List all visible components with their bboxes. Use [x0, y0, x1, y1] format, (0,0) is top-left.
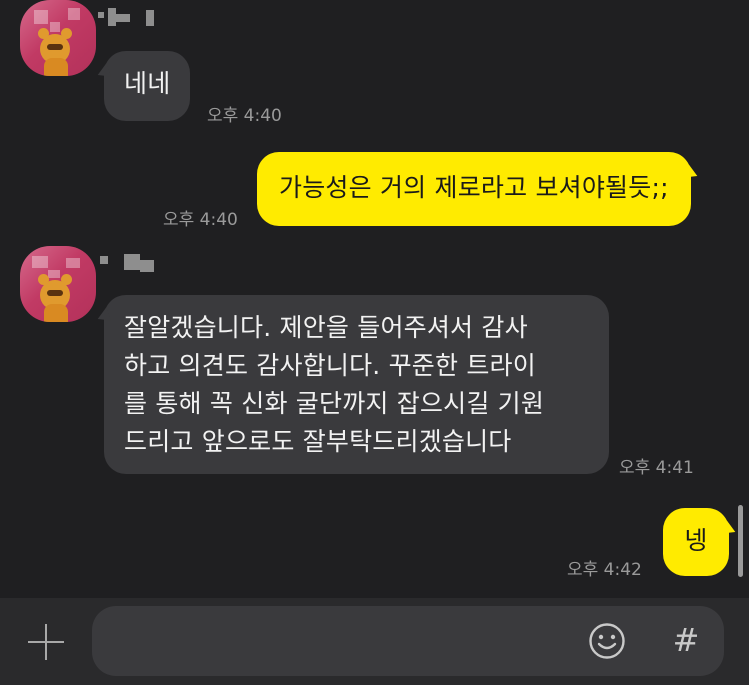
contact-name-censored — [98, 8, 158, 28]
contact-avatar[interactable] — [20, 0, 96, 76]
message-bubble-outgoing[interactable]: 넹 — [663, 508, 729, 576]
hashtag-search-button[interactable]: # — [666, 620, 706, 660]
message-line: 하고 의견도 감사합니다. 꾸준한 트라이 — [124, 351, 536, 380]
chat-scrollbar[interactable] — [738, 505, 743, 577]
smiley-icon[interactable] — [588, 622, 626, 660]
message-text: 가능성은 거의 제로라고 보셔야될듯;; — [279, 173, 669, 202]
chat-screen: 네네 오후 4:40 가능성은 거의 제로라고 보셔야될듯;; 오후 4:40 … — [0, 0, 749, 685]
message-bubble-outgoing[interactable]: 가능성은 거의 제로라고 보셔야될듯;; — [257, 152, 691, 226]
message-text: 네네 — [124, 69, 171, 98]
contact-name-censored — [100, 254, 160, 274]
message-text: 넹 — [684, 526, 708, 555]
message-timestamp: 오후 4:40 — [163, 210, 238, 230]
message-line: 드리고 앞으로도 잘부탁드리겠습니다 — [124, 427, 512, 456]
message-input-bar: # — [0, 598, 749, 685]
message-line: 잘알겠습니다. 제안을 들어주셔서 감사 — [124, 313, 528, 342]
plus-icon[interactable] — [22, 618, 70, 666]
message-line: 를 통해 꼭 신화 굴단까지 잡으시길 기원 — [124, 389, 545, 418]
message-bubble-incoming[interactable]: 잘알겠습니다. 제안을 들어주셔서 감사 하고 의견도 감사합니다. 꾸준한 트… — [104, 295, 609, 474]
message-timestamp: 오후 4:40 — [207, 106, 282, 126]
message-timestamp: 오후 4:42 — [567, 560, 642, 580]
message-input[interactable] — [92, 606, 724, 676]
message-bubble-incoming[interactable]: 네네 — [104, 51, 191, 121]
message-timestamp: 오후 4:41 — [619, 458, 694, 478]
contact-avatar[interactable] — [20, 246, 96, 322]
